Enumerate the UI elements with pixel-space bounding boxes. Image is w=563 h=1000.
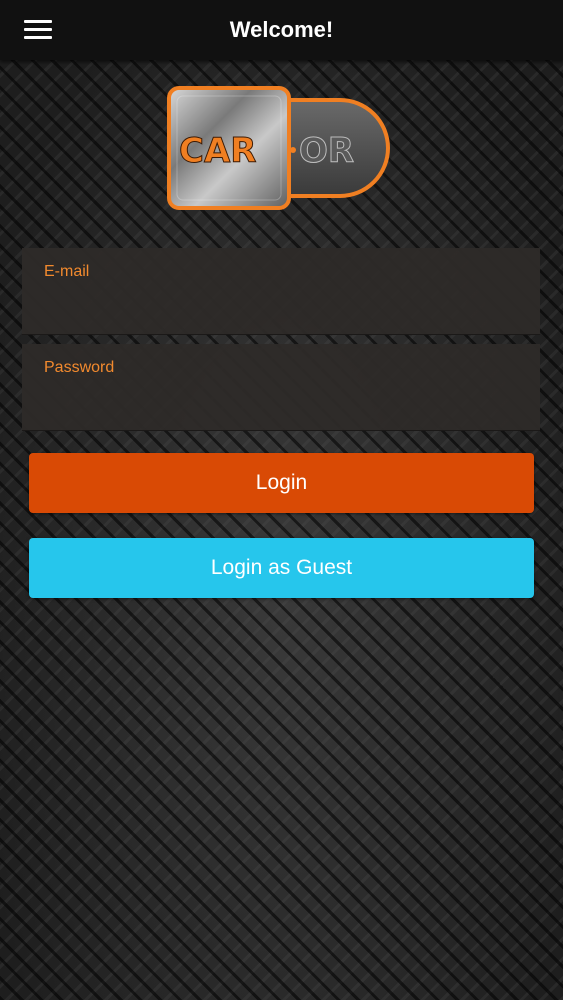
- logo-text-right: OR: [299, 131, 354, 171]
- page-title: Welcome!: [229, 17, 334, 42]
- app-logo: CAR OR: [167, 86, 390, 210]
- password-field-container: Password: [22, 344, 540, 431]
- email-label: E-mail: [44, 263, 90, 280]
- logo-text-left: CAR: [179, 131, 256, 171]
- password-label: Password: [44, 359, 115, 376]
- top-app-bar: Welcome!: [0, 0, 563, 60]
- email-input[interactable]: [42, 288, 522, 324]
- password-input[interactable]: [42, 384, 522, 420]
- login-as-guest-button[interactable]: Login as Guest: [29, 538, 534, 598]
- email-field-container: E-mail: [22, 248, 540, 335]
- login-button[interactable]: Login: [29, 453, 534, 513]
